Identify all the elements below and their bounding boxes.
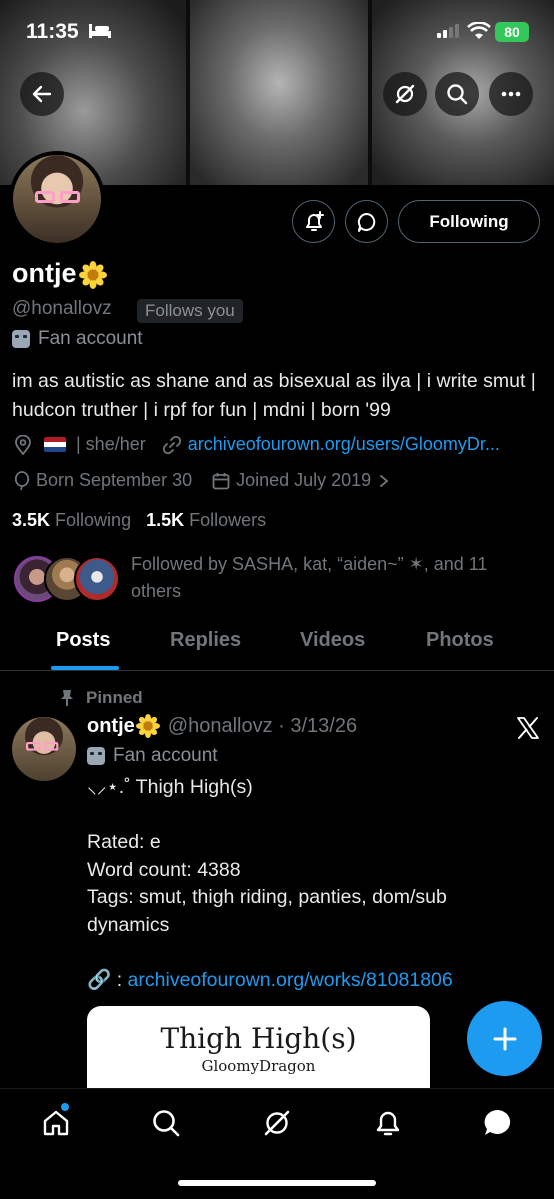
- bell-icon: [376, 1111, 400, 1136]
- netherlands-flag-icon: [44, 437, 66, 452]
- wifi-icon: [467, 22, 491, 39]
- following-button[interactable]: Following: [398, 200, 540, 243]
- home-notification-dot: [61, 1103, 69, 1111]
- post-line: Tags: smut, thigh riding, panties, dom/s…: [87, 886, 447, 936]
- balloon-icon: [14, 470, 30, 490]
- followers-label: Followers: [189, 510, 267, 530]
- followers-count-link[interactable]: 1.5K Followers: [146, 510, 266, 530]
- post-header: ontje @honallovz · 3/13/26: [87, 714, 358, 738]
- search-icon: [153, 1110, 180, 1137]
- search-button[interactable]: [435, 72, 479, 116]
- follower-avatar: [74, 556, 120, 602]
- compose-post-button[interactable]: [467, 1001, 542, 1076]
- plus-icon: [493, 1027, 516, 1050]
- sleep-focus-icon: [89, 24, 111, 38]
- pronouns: | she/her: [76, 434, 146, 454]
- cellular-signal-icon: [437, 24, 459, 38]
- nav-search[interactable]: [146, 1103, 186, 1143]
- sunflower-icon: [135, 714, 160, 738]
- link-preview-card[interactable]: Thigh High(s) GloomyDragon: [87, 1006, 430, 1088]
- profile-tabs: Posts Replies Videos Photos: [0, 614, 554, 671]
- display-name-text: ontje: [12, 258, 77, 288]
- home-icon: [43, 1110, 69, 1136]
- status-time: 11:35: [26, 20, 79, 43]
- search-icon: [447, 84, 468, 105]
- link-emoji: 🔗 :: [87, 968, 128, 991]
- notification-add-icon: [305, 210, 324, 231]
- back-button[interactable]: [20, 72, 64, 116]
- nav-notifications[interactable]: [368, 1103, 408, 1143]
- tab-posts[interactable]: Posts: [56, 629, 110, 652]
- followed-by-text[interactable]: Followed by SASHA, kat, “aiden~” ✶, and …: [131, 551, 531, 605]
- message-icon: [357, 212, 375, 232]
- x-logo-icon: [517, 717, 539, 739]
- grok-icon: [395, 84, 415, 104]
- back-arrow-icon: [32, 85, 52, 103]
- sunflower-icon: [78, 260, 107, 289]
- post-date[interactable]: 3/13/26: [290, 715, 357, 738]
- post-line: [87, 802, 532, 830]
- post-line: Word count: 4388: [87, 858, 241, 881]
- chevron-right-icon[interactable]: [379, 474, 389, 488]
- post-author-name[interactable]: ontje: [87, 715, 135, 738]
- post-author-handle[interactable]: @honallovz: [168, 715, 273, 738]
- account-label-text: Fan account: [38, 328, 143, 349]
- profile-handle: @honallovz: [12, 298, 112, 319]
- profile-meta-dates: Born September 30 Joined July 2019: [14, 470, 389, 491]
- joined-date[interactable]: Joined July 2019: [236, 470, 371, 491]
- nav-home[interactable]: [36, 1103, 76, 1143]
- follows-you-badge: Follows you: [137, 299, 243, 323]
- pin-icon: [61, 690, 73, 706]
- profile-avatar[interactable]: [9, 151, 105, 247]
- more-button[interactable]: [489, 72, 533, 116]
- nav-grok[interactable]: [257, 1103, 297, 1143]
- battery-indicator: 80: [495, 22, 529, 42]
- tab-replies[interactable]: Replies: [170, 629, 241, 652]
- following-count-link[interactable]: 3.5K Following: [12, 510, 131, 530]
- post-line: ⸜⸝⋆.˚ Thigh High(s): [87, 776, 253, 798]
- post-link-line: 🔗 : archiveofourown.org/works/81081806: [87, 967, 532, 995]
- active-tab-indicator: [51, 666, 119, 670]
- notifications-subscribe-button[interactable]: [292, 200, 335, 243]
- calendar-icon: [212, 472, 230, 489]
- pinned-indicator: Pinned: [60, 688, 143, 708]
- grok-icon: [264, 1110, 290, 1136]
- avatar-glasses: [26, 742, 59, 751]
- followers-count: 1.5K: [146, 510, 185, 530]
- follow-counts: 3.5K Following 1.5K Followers: [12, 510, 266, 531]
- more-icon: [501, 91, 521, 97]
- mask-icon: [12, 330, 30, 348]
- account-label[interactable]: Fan account: [12, 328, 143, 350]
- post-author-avatar[interactable]: [12, 717, 76, 781]
- chat-icon: [484, 1109, 511, 1135]
- card-title: Thigh High(s): [160, 1022, 357, 1055]
- nav-messages[interactable]: [478, 1103, 518, 1143]
- profile-meta-location: | she/her archiveofourown.org/users/Gloo…: [14, 434, 500, 455]
- website-link[interactable]: archiveofourown.org/users/GloomyDr...: [188, 434, 500, 455]
- post-account-label-text: Fan account: [113, 745, 218, 766]
- post-account-label: Fan account: [87, 745, 218, 767]
- mask-icon: [87, 747, 105, 765]
- tab-videos[interactable]: Videos: [300, 629, 365, 652]
- display-name: ontje: [12, 258, 107, 289]
- link-icon: [162, 435, 181, 454]
- pinned-label: Pinned: [86, 688, 143, 707]
- post-text: ⸜⸝⋆.˚ Thigh High(s) Rated: e Word count:…: [87, 774, 532, 994]
- card-author: GloomyDragon: [201, 1057, 316, 1075]
- post-link[interactable]: archiveofourown.org/works/81081806: [128, 969, 453, 991]
- grok-button[interactable]: [383, 72, 427, 116]
- following-count: 3.5K: [12, 510, 51, 530]
- post-line: Rated: e: [87, 831, 161, 853]
- tab-photos[interactable]: Photos: [426, 629, 494, 652]
- home-indicator[interactable]: [178, 1180, 376, 1186]
- avatar-glasses: [35, 191, 81, 203]
- profile-bio: im as autistic as shane and as bisexual …: [12, 370, 536, 421]
- post-line: [87, 939, 532, 967]
- following-label: Following: [55, 510, 132, 530]
- followed-by-avatars[interactable]: [14, 556, 124, 602]
- location-icon: [15, 434, 31, 455]
- message-button[interactable]: [345, 200, 388, 243]
- birthday: Born September 30: [36, 470, 193, 490]
- status-bar: 11:35 80: [0, 0, 554, 64]
